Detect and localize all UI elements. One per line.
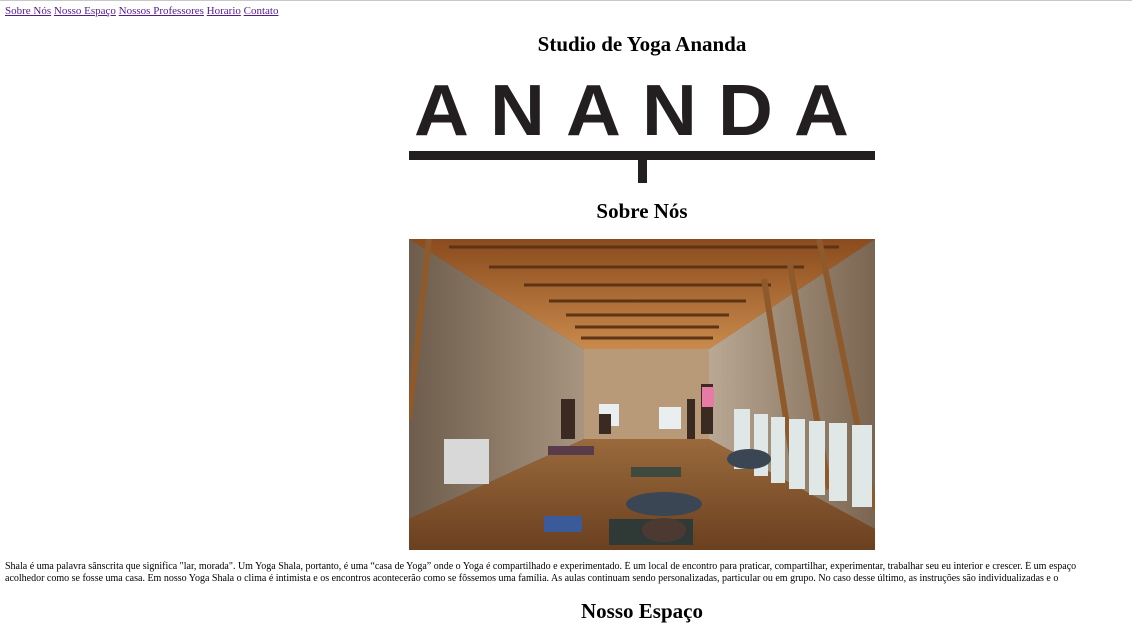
- nav-link-nossos-professores[interactable]: Nossos Professores: [119, 5, 204, 17]
- ananda-logo: ANANDA: [409, 78, 875, 183]
- main-nav: Sobre Nós Nosso Espaço Nossos Professore…: [5, 5, 278, 18]
- nav-link-nosso-espaco[interactable]: Nosso Espaço: [54, 5, 116, 17]
- yoga-studio-photo: [409, 239, 875, 550]
- section-title-nosso-espaco: Nosso Espaço: [581, 599, 703, 623]
- logo-wordmark: ANANDA: [414, 78, 870, 151]
- about-text-line-1: Shala é uma palavra sânscrita que signif…: [5, 561, 1077, 572]
- logo-stem: [638, 156, 647, 183]
- top-border: [0, 0, 1132, 1]
- nav-link-sobre-nos[interactable]: Sobre Nós: [5, 5, 51, 17]
- about-text-line-2: acolhedor como se fosse uma casa. Em nos…: [5, 573, 1059, 584]
- site-title: Studio de Yoga Ananda: [537, 32, 747, 56]
- about-paragraph: Shala é uma palavra sânscrita que signif…: [5, 561, 1132, 585]
- nav-link-horario[interactable]: Horario: [207, 5, 241, 17]
- nav-link-contato[interactable]: Contato: [244, 5, 279, 17]
- section-title-sobre-nos: Sobre Nós: [596, 199, 688, 223]
